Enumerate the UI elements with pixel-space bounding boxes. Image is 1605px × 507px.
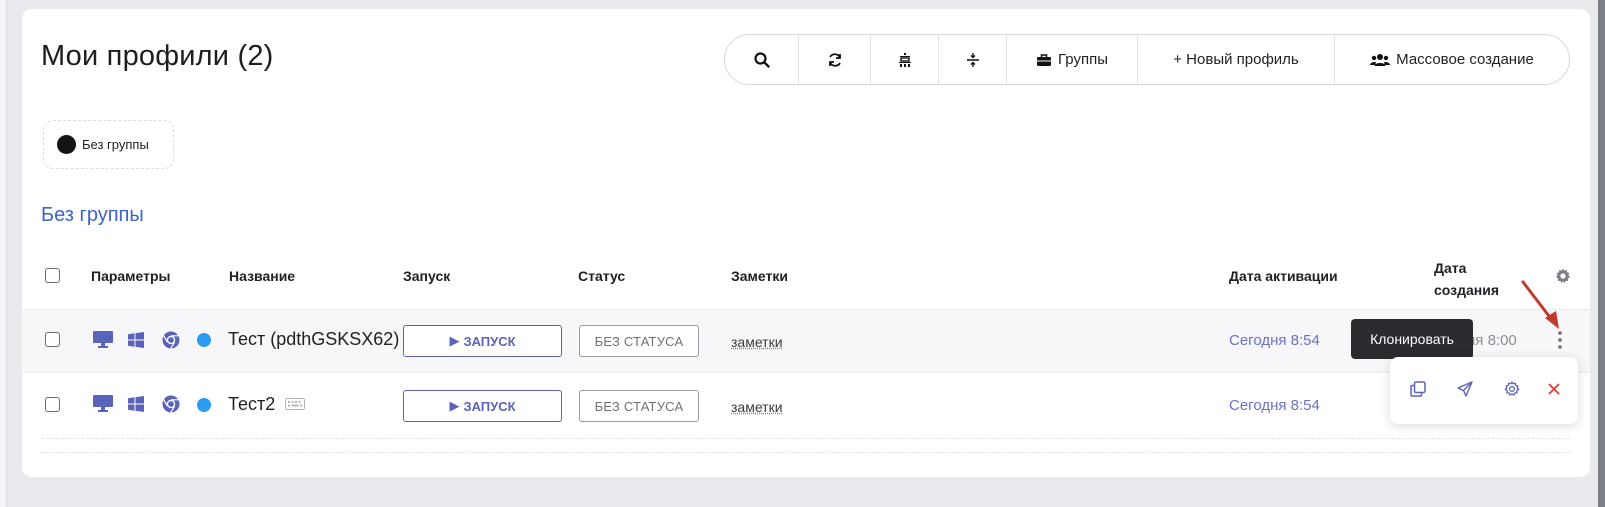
briefcase-icon [1037, 53, 1051, 66]
select-all-checkbox[interactable] [45, 268, 60, 283]
launch-label: ЗАПУСК [463, 398, 516, 414]
new-profile-button[interactable]: + Новый профиль [1138, 35, 1335, 84]
header-status[interactable]: Статус [578, 268, 625, 284]
desktop-icon [93, 395, 113, 412]
profile-name[interactable]: Тест (pdthGSKSX62) [228, 329, 399, 350]
row-checkbox[interactable] [45, 397, 60, 412]
search-icon [753, 51, 770, 68]
launch-button[interactable]: ▶ ЗАПУСК [403, 390, 562, 422]
toolbar: Группы + Новый профиль Массовое создание [724, 34, 1570, 85]
desktop-icon [93, 331, 113, 348]
activation-date: Сегодня 8:54 [1229, 332, 1320, 349]
send-icon[interactable] [1457, 381, 1473, 397]
refresh-button[interactable] [799, 35, 871, 84]
page-title: Мои профили (2) [41, 40, 274, 72]
play-icon: ▶ [449, 398, 460, 413]
row-checkbox[interactable] [45, 332, 60, 347]
collapse-button[interactable] [939, 35, 1007, 84]
groups-button[interactable]: Группы [1007, 35, 1138, 84]
row-divider [41, 438, 1570, 439]
proxy-button[interactable] [871, 35, 939, 84]
windows-icon [128, 396, 144, 412]
refresh-icon [828, 52, 841, 67]
collapse-icon [966, 52, 979, 67]
scrollbar[interactable] [1598, 0, 1605, 507]
bulk-create-button[interactable]: Массовое создание [1335, 35, 1569, 84]
bulk-create-label: Массовое создание [1396, 51, 1534, 68]
annotation-arrow-icon [1521, 280, 1559, 329]
clone-icon[interactable] [1410, 381, 1426, 397]
chrome-icon [162, 395, 180, 413]
groups-label: Группы [1058, 51, 1108, 68]
profile-status-dot [197, 398, 211, 412]
users-icon [1370, 53, 1391, 66]
group-color-dot [57, 135, 76, 154]
header-params: Параметры [91, 268, 171, 284]
more-actions-icon[interactable] [1558, 331, 1562, 349]
profile-name[interactable]: Тест2 [228, 394, 275, 415]
settings-icon[interactable] [1504, 381, 1520, 397]
header-activation-date[interactable]: Дата активации [1229, 268, 1338, 284]
search-button[interactable] [725, 35, 799, 84]
notes-field[interactable]: заметки [731, 399, 783, 415]
section-title: Без группы [41, 204, 144, 226]
header-launch: Запуск [403, 268, 451, 284]
new-profile-label: + Новый профиль [1173, 51, 1299, 68]
header-name[interactable]: Название [229, 268, 295, 284]
proxy-icon [898, 52, 911, 67]
notes-field[interactable]: заметки [731, 334, 783, 350]
play-icon: ▶ [449, 333, 460, 348]
launch-button[interactable]: ▶ ЗАПУСК [403, 325, 562, 357]
chrome-icon [162, 331, 180, 349]
keyboard-icon[interactable] [285, 398, 305, 410]
status-button[interactable]: БЕЗ СТАТУСА [579, 325, 699, 357]
launch-label: ЗАПУСК [463, 333, 516, 349]
header-created-date[interactable]: Дата создания [1434, 257, 1514, 301]
status-button[interactable]: БЕЗ СТАТУСА [579, 390, 699, 422]
windows-icon [128, 332, 144, 348]
created-date: ня 8:00 [1467, 332, 1517, 349]
row-divider [41, 452, 1570, 453]
clone-tooltip: Клонировать [1351, 319, 1473, 359]
delete-icon[interactable] [1548, 383, 1560, 395]
group-filter-label: Без группы [82, 137, 149, 152]
header-notes: Заметки [731, 268, 788, 284]
profile-status-dot [197, 333, 211, 347]
row-actions-popover [1390, 357, 1578, 424]
activation-date: Сегодня 8:54 [1229, 397, 1320, 414]
group-filter-chip[interactable]: Без группы [43, 120, 174, 169]
left-edge [0, 0, 7, 507]
